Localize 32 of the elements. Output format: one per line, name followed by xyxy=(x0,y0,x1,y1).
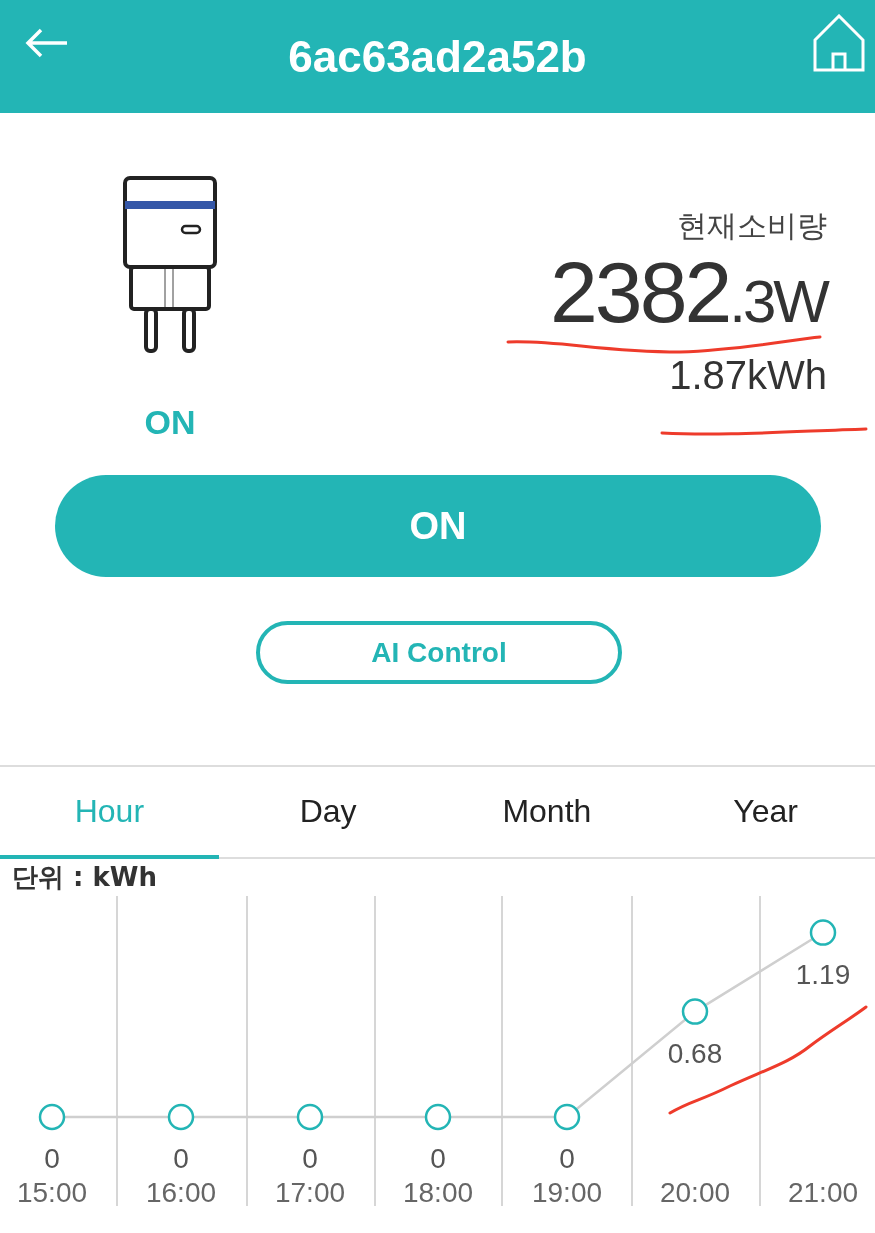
value-label: 0 xyxy=(173,1143,189,1174)
data-point xyxy=(167,1103,195,1131)
value-label: 0 xyxy=(430,1143,446,1174)
energy-reading: 1.87kWh xyxy=(669,355,827,395)
period-tab[interactable]: Day xyxy=(218,767,438,859)
time-label: 18:00 xyxy=(402,1177,474,1208)
time-label: 17:00 xyxy=(274,1177,346,1208)
data-point xyxy=(424,1103,452,1131)
time-label: 20:00 xyxy=(659,1177,731,1208)
home-icon[interactable] xyxy=(813,14,865,72)
time-label: 15:00 xyxy=(16,1177,88,1208)
data-point xyxy=(681,998,709,1025)
data-point xyxy=(809,919,837,946)
data-point xyxy=(553,1103,581,1131)
value-label: 0 xyxy=(559,1143,575,1174)
consumption-label: 현재소비량 xyxy=(677,211,827,241)
value-label: 0.68 xyxy=(667,1037,723,1069)
data-point xyxy=(296,1103,324,1131)
back-arrow-icon[interactable] xyxy=(25,28,69,58)
value-label: 1.19 xyxy=(795,958,851,990)
value-label: 0 xyxy=(44,1143,60,1174)
status-label: ON xyxy=(144,405,196,439)
period-tab[interactable]: Month xyxy=(437,767,657,859)
time-label: 21:00 xyxy=(787,1177,859,1208)
value-label: 0 xyxy=(302,1143,318,1174)
data-point xyxy=(38,1103,66,1131)
page-title: 6ac63ad2a52b xyxy=(288,34,587,79)
power-reading: 2382.3W xyxy=(550,249,827,335)
time-label: 19:00 xyxy=(531,1177,603,1208)
unit-label: 단위 : kWh xyxy=(11,861,158,894)
time-label: 16:00 xyxy=(145,1177,217,1208)
period-tab[interactable]: Year xyxy=(656,767,875,859)
